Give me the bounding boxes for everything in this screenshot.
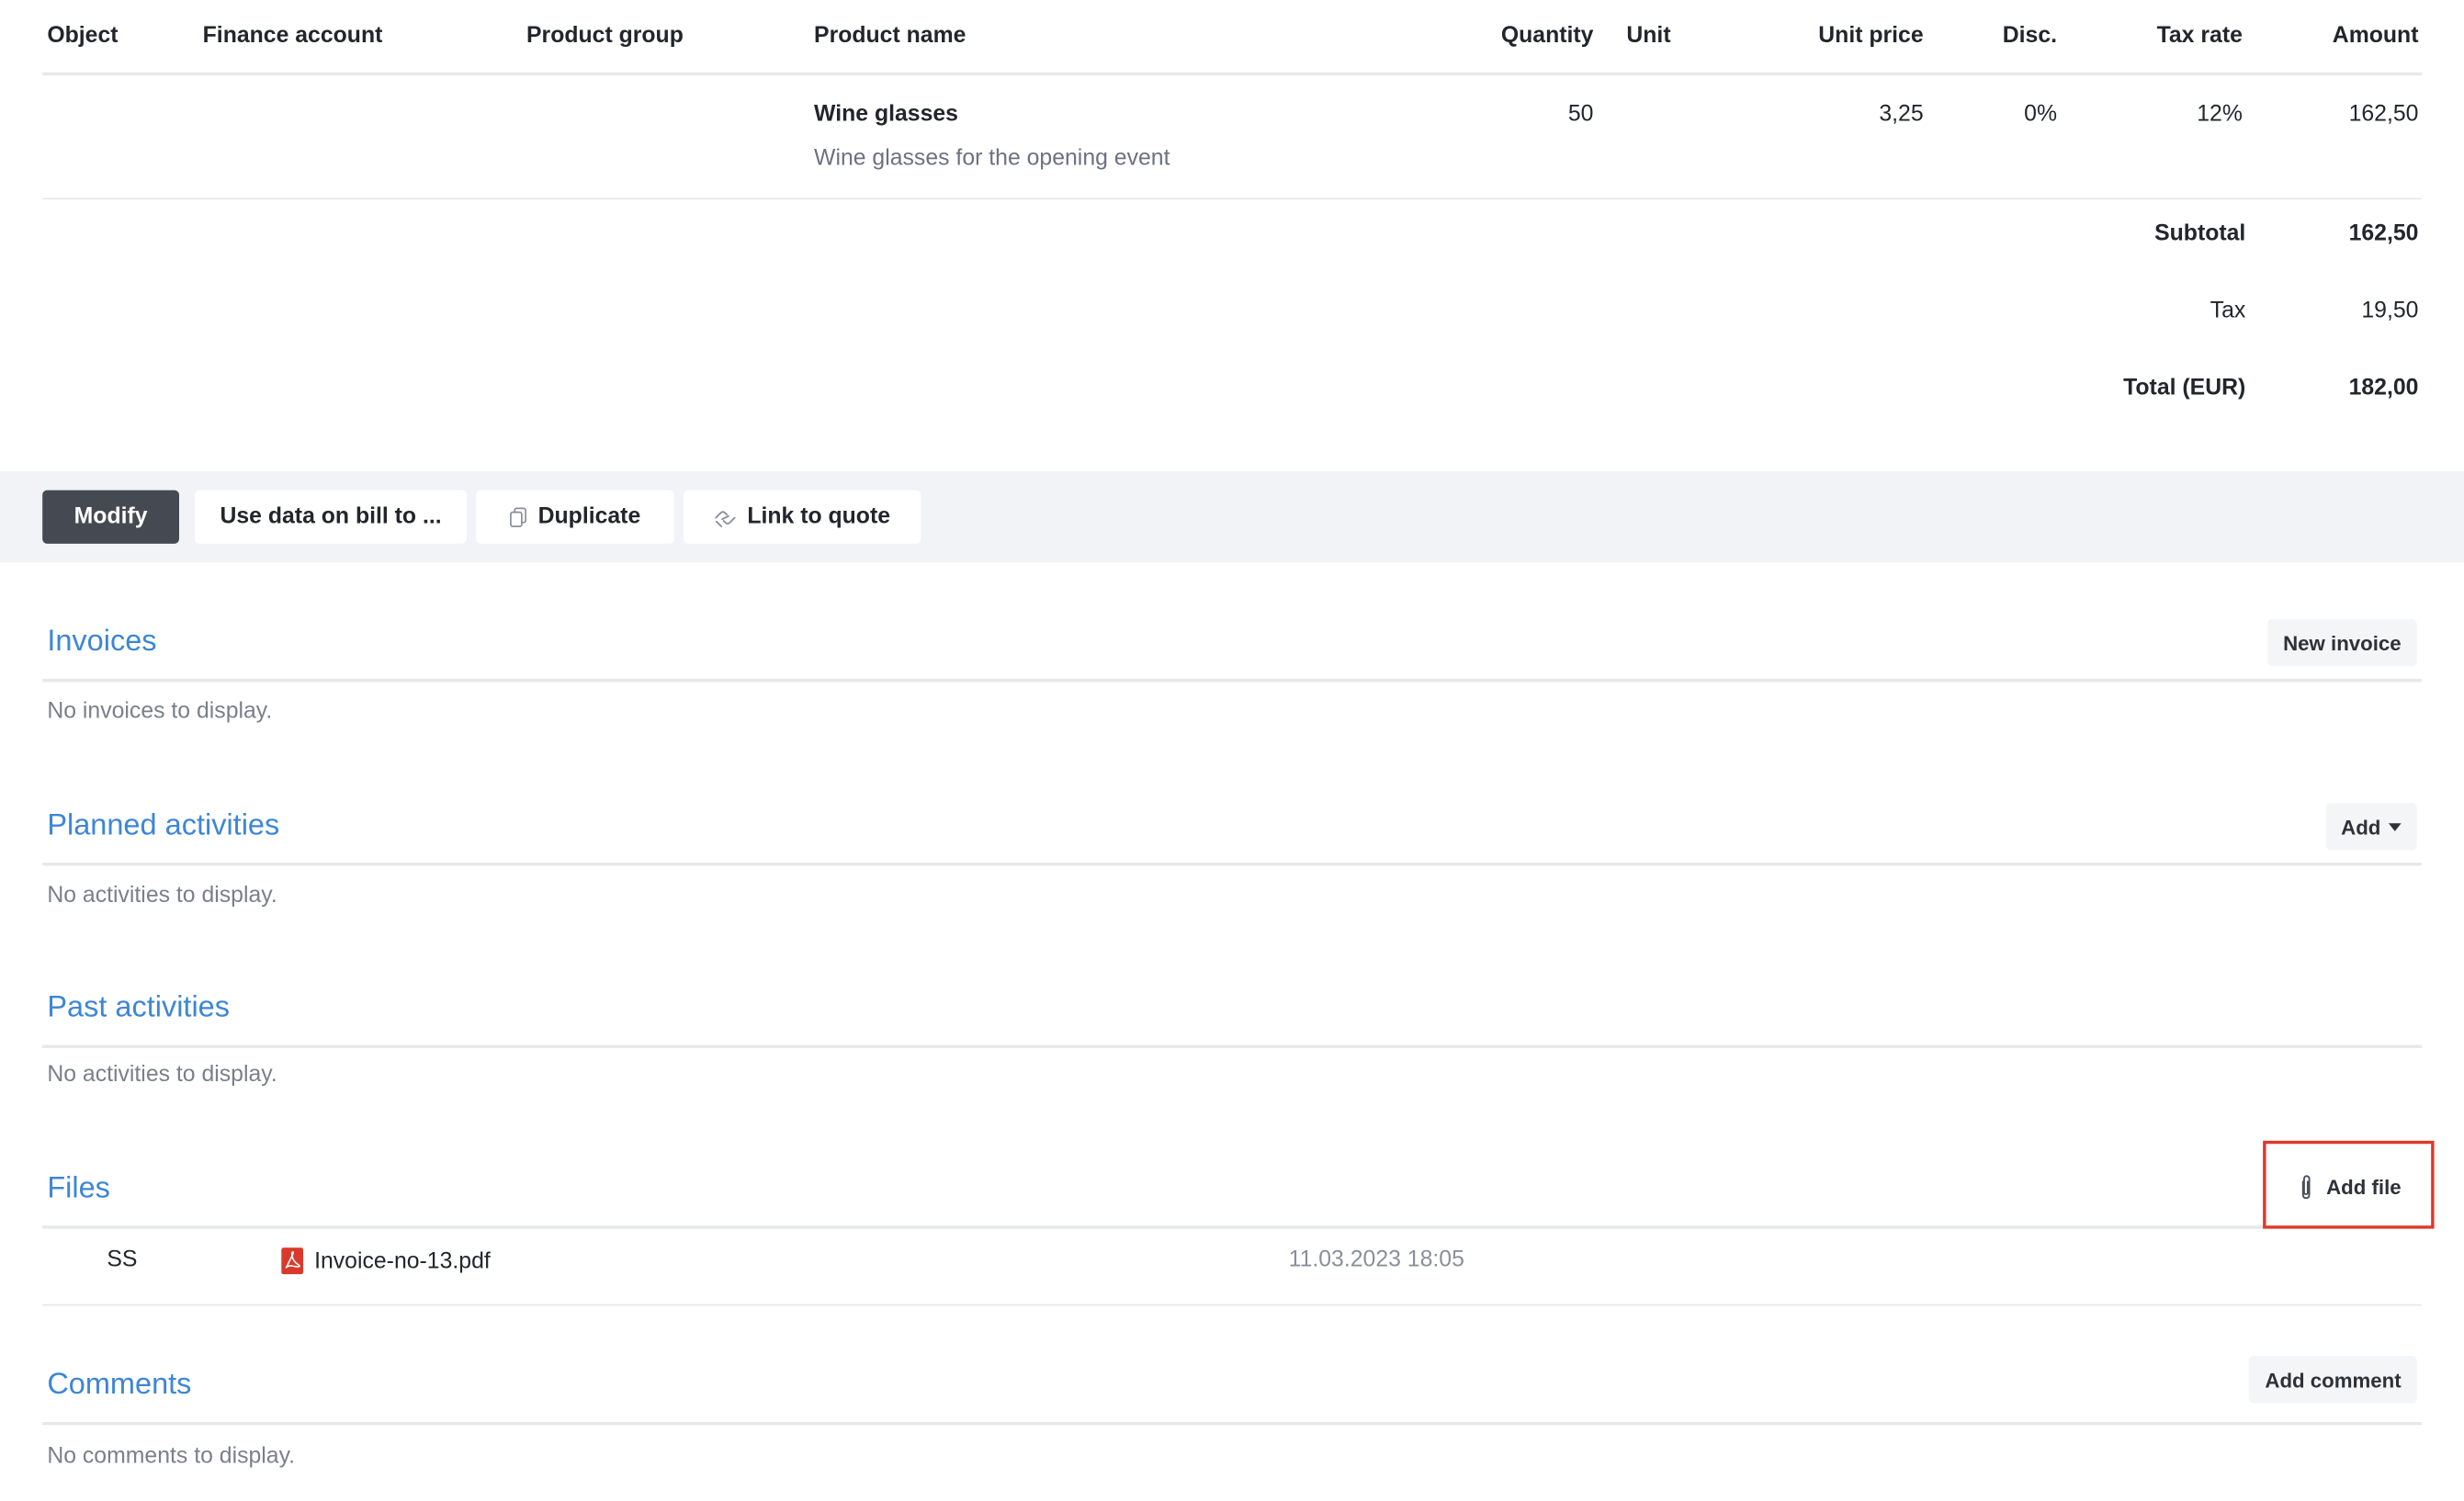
duplicate-button-label: Duplicate xyxy=(537,504,641,530)
subtotal-value: 162,50 xyxy=(2348,221,2419,247)
add-comment-label: Add comment xyxy=(2265,1367,2402,1392)
duplicate-button[interactable]: Duplicate xyxy=(476,490,674,544)
cell-amount: 162,50 xyxy=(2348,102,2419,128)
link-icon xyxy=(714,507,738,527)
file-link[interactable]: Invoice-no-13.pdf xyxy=(281,1247,491,1275)
totals-block: Subtotal 162,50 Tax 19,50 Total (EUR) 18… xyxy=(1793,197,2422,427)
file-uploader-initials: SS xyxy=(107,1247,138,1273)
planned-activities-section: Planned activities Add No activities to … xyxy=(42,794,2422,908)
past-activities-header: Past activities xyxy=(42,976,2422,1048)
order-detail-page: Object Finance account Product group Pro… xyxy=(0,0,2464,1497)
planned-activities-title: Planned activities xyxy=(47,808,280,842)
tax-row: Tax 19,50 xyxy=(1793,274,2422,351)
subtotal-label: Subtotal xyxy=(2154,221,2246,247)
file-name: Invoice-no-13.pdf xyxy=(314,1247,491,1274)
files-header: Files Add file xyxy=(42,1157,2422,1229)
use-data-on-bill-button[interactable]: Use data on bill to ... xyxy=(195,490,468,544)
tax-value: 19,50 xyxy=(2361,298,2419,324)
total-value: 182,00 xyxy=(2348,375,2419,401)
table-header-row: Object Finance account Product group Pro… xyxy=(42,0,2422,76)
past-activities-section: Past activities No activities to display… xyxy=(42,976,2422,1088)
duplicate-icon xyxy=(510,506,529,527)
planned-activities-empty-text: No activities to display. xyxy=(47,883,277,908)
col-tax-rate: Tax rate xyxy=(2156,23,2243,50)
comments-section: Comments Add comment No comments to disp… xyxy=(42,1353,2422,1469)
invoices-empty-text: No invoices to display. xyxy=(47,699,273,725)
modify-button[interactable]: Modify xyxy=(42,490,179,544)
subtotal-row: Subtotal 162,50 xyxy=(1793,197,2422,274)
cell-product-name: Wine glasses xyxy=(814,102,958,128)
use-data-button-label: Use data on bill to ... xyxy=(220,504,442,530)
invoices-section: Invoices New invoice No invoices to disp… xyxy=(42,610,2422,725)
table-row: Wine glasses Wine glasses for the openin… xyxy=(42,75,2422,200)
highlight-box xyxy=(2263,1140,2435,1229)
col-amount: Amount xyxy=(2332,23,2419,50)
pdf-icon xyxy=(281,1247,304,1275)
planned-activities-header: Planned activities Add xyxy=(42,794,2422,866)
comments-empty-text: No comments to display. xyxy=(47,1443,296,1470)
comments-title: Comments xyxy=(47,1368,192,1402)
col-product-group: Product group xyxy=(526,23,684,50)
line-items-table: Object Finance account Product group Pro… xyxy=(42,0,2422,200)
cell-tax-rate: 12% xyxy=(2197,102,2243,128)
past-activities-empty-text: No activities to display. xyxy=(47,1062,277,1088)
add-activity-button[interactable]: Add xyxy=(2325,803,2417,851)
new-invoice-label: New invoice xyxy=(2283,630,2402,655)
col-disc: Disc. xyxy=(2002,23,2058,50)
col-finance-account: Finance account xyxy=(202,23,383,50)
add-comment-button[interactable]: Add comment xyxy=(2249,1356,2417,1404)
action-bar: Modify Use data on bill to ... Duplicate… xyxy=(0,471,2464,563)
total-label: Total (EUR) xyxy=(2123,375,2246,401)
new-invoice-button[interactable]: New invoice xyxy=(2267,618,2417,667)
col-quantity: Quantity xyxy=(1500,23,1594,50)
total-row: Total (EUR) 182,00 xyxy=(1793,350,2422,427)
invoices-header: Invoices New invoice xyxy=(42,610,2422,683)
modify-button-label: Modify xyxy=(73,504,148,530)
files-title: Files xyxy=(47,1172,110,1205)
col-unit-price: Unit price xyxy=(1818,23,1924,50)
tax-label: Tax xyxy=(2210,298,2246,324)
invoices-title: Invoices xyxy=(47,625,157,659)
past-activities-title: Past activities xyxy=(47,991,231,1025)
files-section: Files Add file xyxy=(42,1157,2422,1229)
cell-product-description: Wine glasses for the opening event xyxy=(814,146,1170,172)
file-list-item[interactable]: SS Invoice-no-13.pdf 11.03.2023 18:05 xyxy=(42,1227,2422,1306)
col-product-name: Product name xyxy=(814,23,966,50)
link-to-quote-label: Link to quote xyxy=(747,504,890,530)
col-object: Object xyxy=(47,23,119,50)
cell-unit-price: 3,25 xyxy=(1879,102,1924,128)
col-unit: Unit xyxy=(1626,23,1671,50)
cell-disc: 0% xyxy=(2024,102,2058,128)
link-to-quote-button[interactable]: Link to quote xyxy=(684,490,921,544)
chevron-down-icon xyxy=(2388,822,2402,830)
file-date: 11.03.2023 18:05 xyxy=(1288,1247,1464,1273)
add-activity-label: Add xyxy=(2341,814,2381,839)
cell-quantity: 50 xyxy=(1567,102,1594,128)
comments-header: Comments Add comment xyxy=(42,1353,2422,1426)
